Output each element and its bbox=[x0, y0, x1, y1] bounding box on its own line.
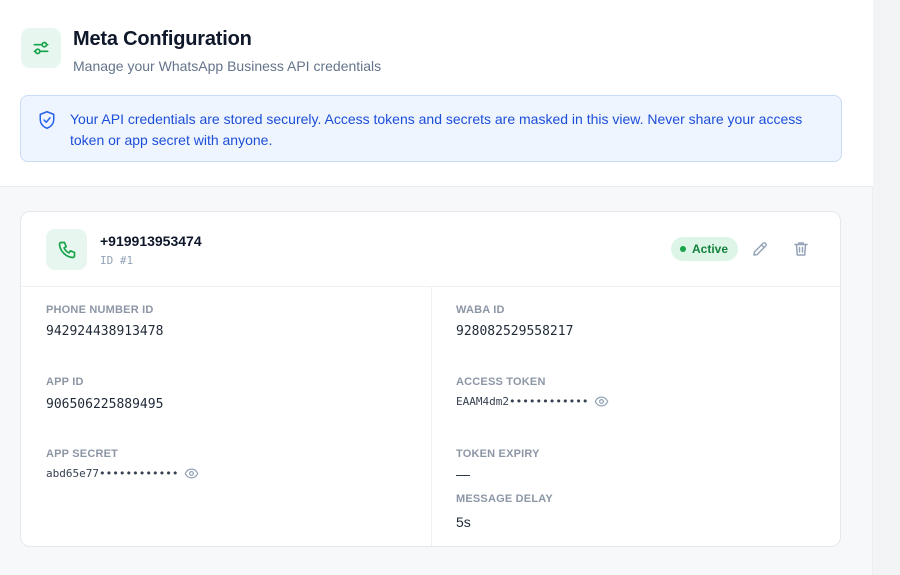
status-dot bbox=[680, 246, 686, 252]
credential-card-header: +919913953474 ID #1 Active bbox=[21, 212, 840, 287]
waba-id-value: 928082529558217 bbox=[456, 324, 574, 339]
access-token-label: ACCESS TOKEN bbox=[456, 376, 546, 388]
app-id-value: 906506225889495 bbox=[46, 397, 164, 412]
credential-card: +919913953474 ID #1 Active PHONE NUMBER … bbox=[20, 211, 841, 547]
reveal-app-secret-button[interactable] bbox=[184, 466, 199, 481]
reveal-access-token-button[interactable] bbox=[594, 394, 609, 409]
message-delay-label: MESSAGE DELAY bbox=[456, 493, 553, 505]
phone-icon bbox=[46, 229, 87, 270]
access-token-value: EAAM4dm2•••••••••••• bbox=[456, 395, 589, 408]
security-notice: Your API credentials are stored securely… bbox=[20, 95, 842, 162]
sliders-icon bbox=[21, 28, 61, 68]
app-secret-label: APP SECRET bbox=[46, 448, 119, 460]
app-secret-value: abd65e77•••••••••••• bbox=[46, 467, 179, 480]
page-title: Meta Configuration bbox=[73, 28, 252, 50]
phone-number-id-value: 942924438913478 bbox=[46, 324, 164, 339]
shield-check-icon bbox=[38, 110, 56, 135]
status-label: Active bbox=[692, 242, 729, 256]
column-divider bbox=[431, 287, 432, 546]
app-secret-row: abd65e77•••••••••••• bbox=[46, 466, 199, 481]
waba-id-label: WABA ID bbox=[456, 304, 505, 316]
message-delay-value: 5s bbox=[456, 514, 471, 530]
eye-icon bbox=[595, 396, 609, 407]
token-expiry-label: TOKEN EXPIRY bbox=[456, 448, 540, 460]
phone-number-id-label: PHONE NUMBER ID bbox=[46, 304, 154, 316]
edit-button[interactable] bbox=[749, 238, 771, 260]
status-badge: Active bbox=[671, 237, 739, 261]
page-header: Meta Configuration Manage your WhatsApp … bbox=[0, 0, 873, 187]
phone-number: +919913953474 bbox=[100, 233, 202, 249]
trash-icon bbox=[794, 242, 808, 256]
record-id: ID #1 bbox=[100, 254, 134, 267]
app-id-label: APP ID bbox=[46, 376, 84, 388]
access-token-row: EAAM4dm2•••••••••••• bbox=[456, 394, 609, 409]
token-expiry-value: — bbox=[456, 466, 470, 482]
page-subtitle: Manage your WhatsApp Business API creden… bbox=[73, 58, 382, 74]
eye-icon bbox=[185, 468, 199, 479]
security-notice-text: Your API credentials are stored securely… bbox=[70, 111, 803, 148]
pencil-icon bbox=[753, 242, 767, 256]
delete-button[interactable] bbox=[790, 238, 812, 260]
app-frame: Meta Configuration Manage your WhatsApp … bbox=[0, 0, 900, 575]
main-panel: Meta Configuration Manage your WhatsApp … bbox=[0, 0, 873, 575]
